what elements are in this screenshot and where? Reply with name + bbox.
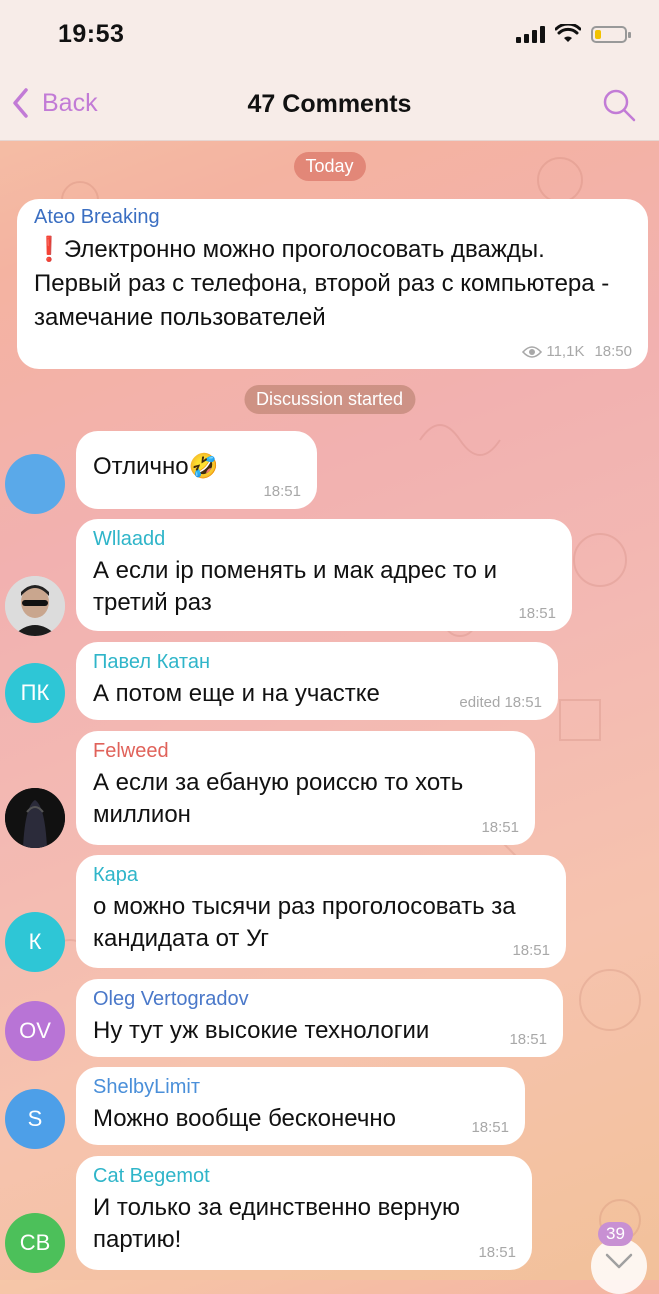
sender-name: Oleg Vertogradov xyxy=(93,988,249,1010)
post-text: Электронно можно проголосовать дважды. П… xyxy=(34,236,610,331)
comment-time: 18:51 xyxy=(263,483,301,500)
view-count: 11,1K xyxy=(546,343,585,360)
avatar[interactable]: ПК xyxy=(5,663,65,723)
comment-time: 18:51 xyxy=(471,1119,509,1136)
avatar-photo xyxy=(5,576,65,636)
avatar-initials: К xyxy=(28,929,42,954)
comment-bubble[interactable]: Oleg Vertogradov Ну тут уж высокие техно… xyxy=(76,979,563,1057)
comment-time: edited 18:51 xyxy=(459,694,542,711)
avatar-initials: ПК xyxy=(20,680,50,705)
sender-name: Cat Begemot xyxy=(93,1165,210,1187)
channel-name: Ateo Breaking xyxy=(34,206,160,228)
sender-name: Wllaadd xyxy=(93,528,166,550)
date-pill: Today xyxy=(293,152,366,181)
comment-time: 18:51 xyxy=(478,1244,516,1261)
comment-bubble[interactable]: ShelbyLimiт Можно вообще бесконечно 18:5… xyxy=(76,1067,525,1145)
avatar[interactable]: К xyxy=(5,912,65,972)
comment-time: 18:51 xyxy=(509,1031,547,1048)
comment-bubble[interactable]: Felweed А если за ебаную роиссю то хоть … xyxy=(76,731,535,845)
comment-bubble[interactable]: Cat Begemot И только за единственно верн… xyxy=(76,1156,532,1270)
eye-icon xyxy=(522,345,543,358)
sender-name: Felweed xyxy=(93,740,169,762)
comment-time: 18:51 xyxy=(481,819,519,836)
comment-bubble[interactable]: Кара о можно тысячи раз проголосовать за… xyxy=(76,855,566,968)
nav-bar: Back 47 Comments xyxy=(0,70,659,141)
avatar[interactable]: S xyxy=(5,1089,65,1149)
comment-text: о можно тысячи раз проголосовать за канд… xyxy=(93,893,516,952)
chevron-down-icon xyxy=(605,1253,633,1269)
comment-text: И только за единственно верную партию! xyxy=(93,1194,461,1253)
comment-bubble[interactable]: Павел Катан А потом еще и на участке edi… xyxy=(76,642,558,720)
comment-time: 18:51 xyxy=(512,942,550,959)
wifi-icon xyxy=(555,24,581,42)
sender-name: Кара xyxy=(93,864,139,886)
search-icon xyxy=(603,89,636,122)
avatar[interactable]: OV xyxy=(5,1001,65,1061)
comment-bubble[interactable]: Отлично🤣 18:51 xyxy=(76,431,317,509)
avatar-photo xyxy=(5,788,65,848)
avatar-initials: OV xyxy=(19,1018,51,1043)
avatar-initials: CB xyxy=(19,1230,51,1255)
comment-text: Можно вообще бесконечно xyxy=(93,1105,396,1132)
page-title: 47 Comments xyxy=(247,90,412,118)
search-button[interactable] xyxy=(601,87,637,128)
avatar[interactable]: CB xyxy=(5,1213,65,1273)
unread-count-badge: 39 xyxy=(598,1222,633,1246)
status-time: 19:53 xyxy=(58,20,125,48)
post-time: 18:50 xyxy=(594,343,632,360)
channel-post[interactable]: Ateo Breaking ❗Электронно можно проголос… xyxy=(17,199,648,369)
sender-name: Павел Катан xyxy=(93,651,211,673)
avatar-initials: S xyxy=(27,1106,43,1131)
warning-exclamation-icon: ❗ xyxy=(34,236,64,263)
comment-text: Ну тут уж высокие технологии xyxy=(93,1017,430,1044)
status-bar: 19:53 xyxy=(0,0,659,70)
comment-bubble[interactable]: Wllaadd А если ip поменять и мак адрес т… xyxy=(76,519,572,631)
post-meta: 11,1K 18:50 xyxy=(522,343,632,360)
status-icons xyxy=(516,24,631,44)
sender-name: ShelbyLimiт xyxy=(93,1076,200,1098)
avatar[interactable] xyxy=(5,454,65,514)
avatar[interactable] xyxy=(5,788,65,848)
comment-text: Отлично🤣 xyxy=(93,453,219,480)
signal-icon xyxy=(516,25,545,43)
discussion-started-pill: Discussion started xyxy=(243,385,416,414)
comment-text: А если ip поменять и мак адрес то и трет… xyxy=(93,557,498,616)
battery-icon xyxy=(591,25,631,43)
scroll-down-button[interactable] xyxy=(591,1238,647,1294)
comment-time: 18:51 xyxy=(518,605,556,622)
avatar[interactable] xyxy=(5,576,65,636)
comment-text: А если за ебаную роиссю то хоть миллион xyxy=(93,769,464,828)
